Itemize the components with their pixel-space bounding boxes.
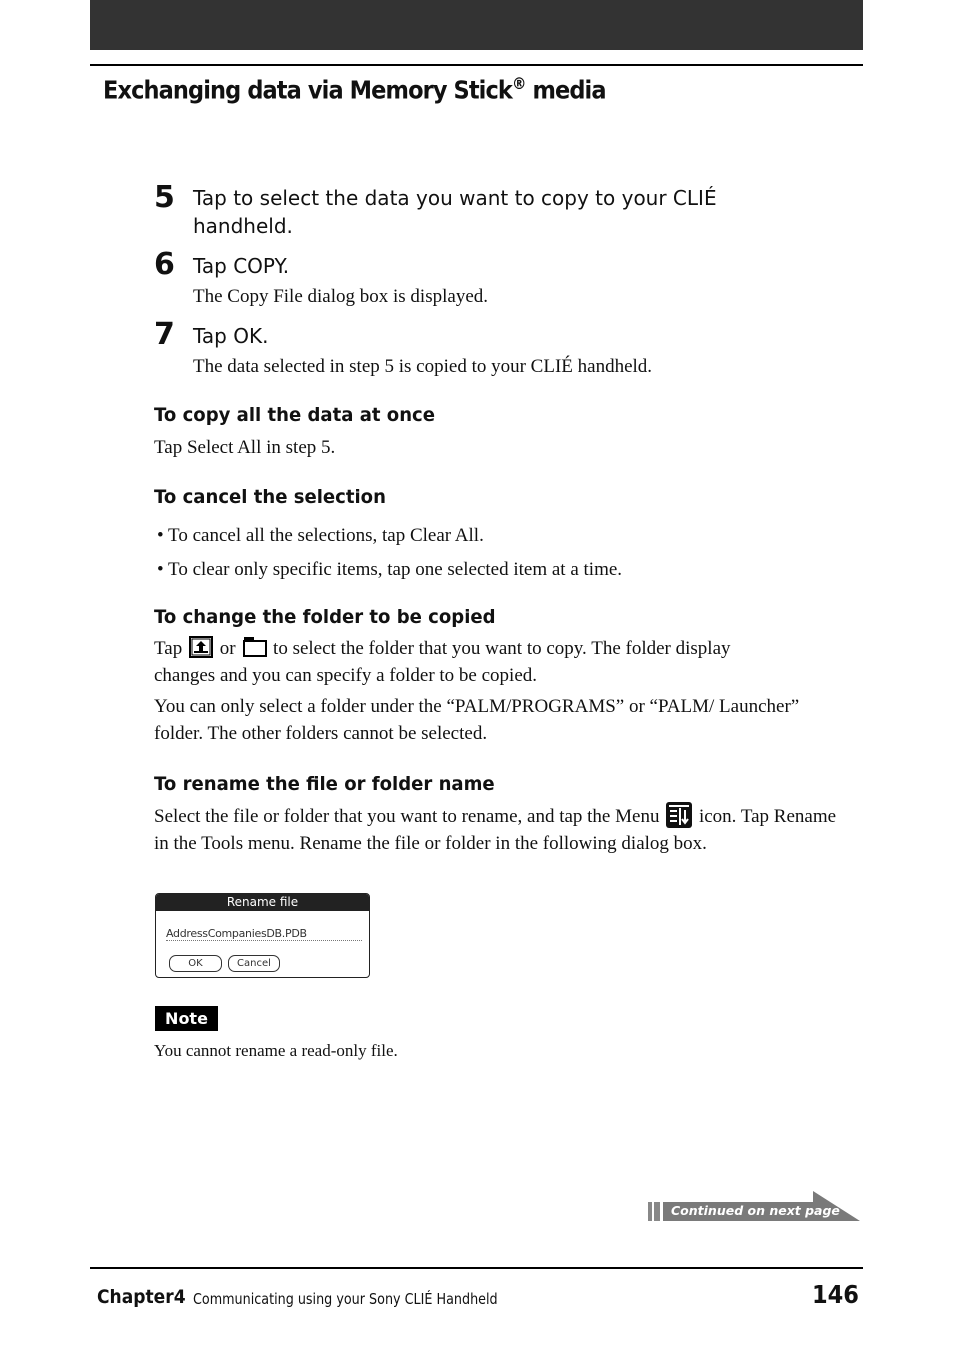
step-description: The data selected in step 5 is copied to… (193, 356, 653, 377)
section-title-text: Exchanging data via Memory Stick (103, 75, 513, 105)
continued-label: Continued on next page (671, 1203, 840, 1218)
ok-button[interactable]: OK (169, 955, 222, 972)
subheading-rename: To rename the file or folder name (154, 773, 495, 795)
registered-mark: ® (512, 74, 526, 93)
step-text: Tap OK. (193, 324, 269, 348)
step-text: Tap to select the data you want to copy … (193, 184, 717, 240)
menu-icon (666, 802, 693, 828)
footer-rule (90, 1267, 863, 1269)
step-number: 7 (154, 317, 175, 352)
text: to select the folder that you want to co… (273, 638, 731, 659)
rename-paragraph: Select the file or folder that you want … (154, 802, 844, 857)
bullet-item: • To clear only specific items, tap one … (157, 559, 623, 580)
step-description: The Copy File dialog box is displayed. (193, 286, 489, 307)
step-text-line: Tap to select the data you want to copy … (193, 186, 717, 210)
chapter-description: Communicating using your Sony CLIÉ Handh… (193, 1290, 498, 1308)
text: or (219, 638, 236, 659)
dialog-title: Rename file (156, 894, 369, 911)
change-folder-note: You can only select a folder under the “… (154, 696, 800, 744)
text: changes and you can specify a folder to … (154, 665, 538, 686)
copy-all-text: Tap Select All in step 5. (154, 437, 336, 458)
section-title: Exchanging data via Memory Stick® media (103, 74, 607, 105)
folder-up-icon (188, 636, 213, 658)
text: Tap (154, 638, 183, 659)
step-number: 6 (154, 247, 175, 282)
subheading-copy-all: To copy all the data at once (154, 404, 435, 426)
cancel-button[interactable]: Cancel (228, 955, 280, 972)
section-title-suffix: media (525, 75, 606, 105)
page-number: 146 (812, 1280, 859, 1309)
note-badge: Note (155, 1006, 218, 1031)
step-number: 5 (154, 180, 175, 215)
folder-icon (242, 636, 268, 658)
text: Select the file or folder that you want … (154, 806, 660, 827)
bullet-item: • To cancel all the selections, tap Clea… (157, 525, 484, 546)
subheading-cancel: To cancel the selection (154, 486, 386, 508)
subheading-change-folder: To change the folder to be copied (154, 606, 496, 628)
rename-file-dialog: Rename file AddressCompaniesDB.PDB OK Ca… (155, 893, 370, 978)
chapter-label: Chapter4 (97, 1286, 186, 1308)
note-text: You cannot rename a read-only file. (154, 1041, 398, 1060)
step-text: Tap COPY. (193, 254, 290, 278)
header-bar (90, 0, 863, 50)
header-rule (90, 64, 863, 66)
filename-field[interactable]: AddressCompaniesDB.PDB (166, 927, 362, 941)
continued-banner: Continued on next page (648, 1191, 862, 1223)
change-folder-paragraph: Tap or to select the folder that you wan… (154, 635, 844, 689)
step-text-line: handheld. (193, 214, 293, 238)
